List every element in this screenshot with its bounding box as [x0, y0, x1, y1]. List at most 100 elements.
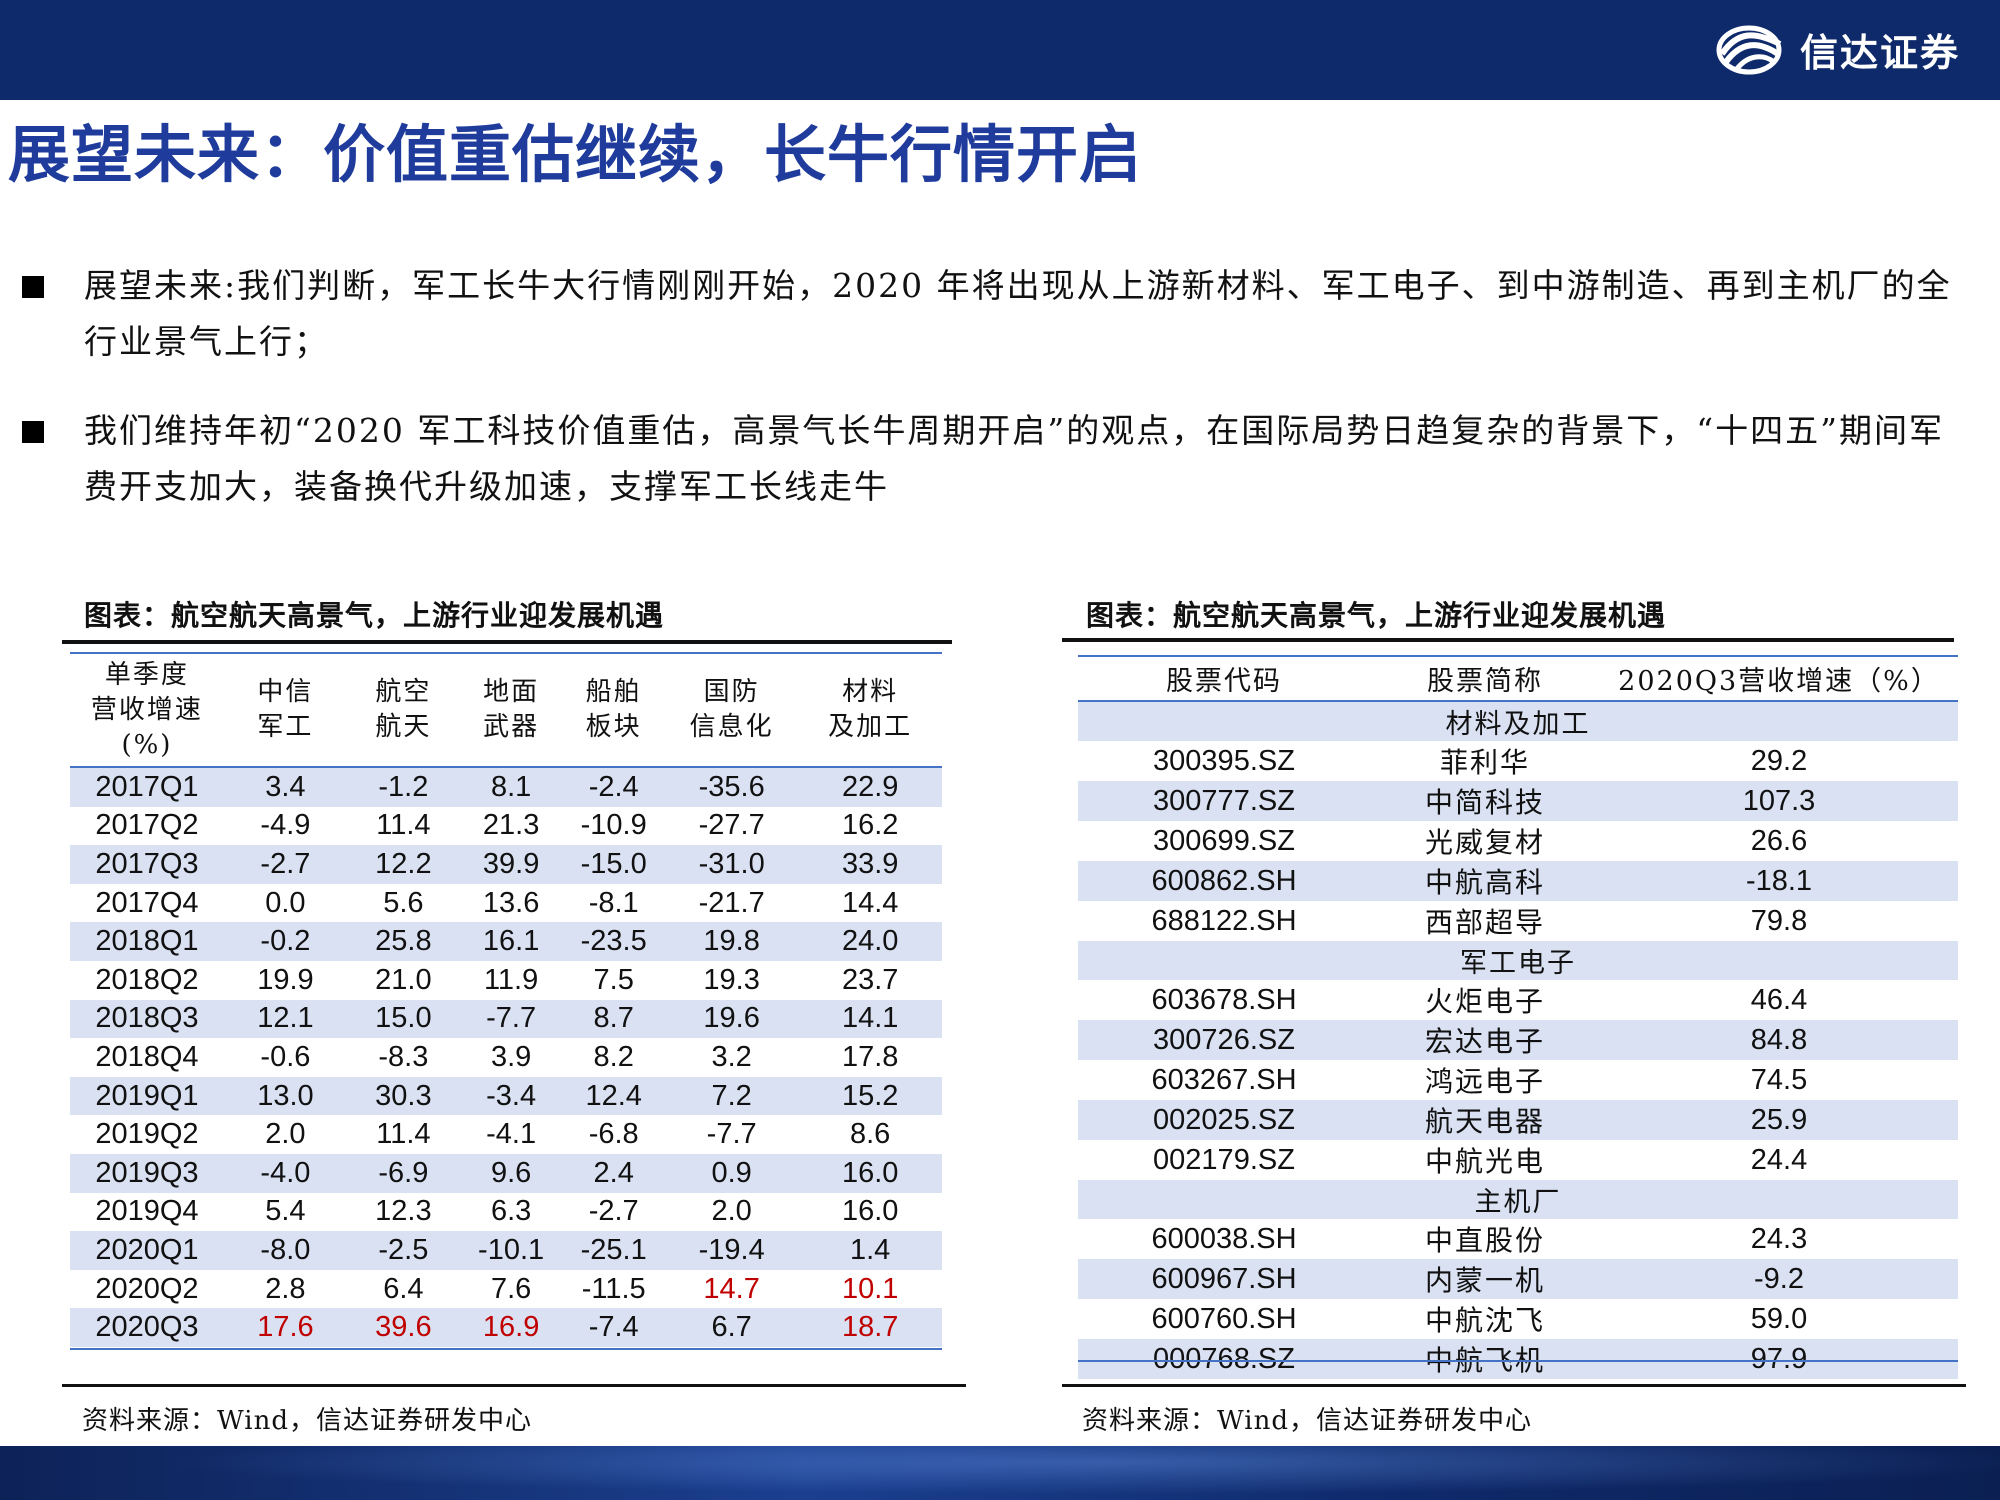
table-cell: 2017Q4	[95, 886, 199, 919]
table-cell: 2020Q3	[70, 1308, 224, 1347]
header-revenue-growth: 2020Q3营收增速（%）	[1618, 665, 1940, 697]
stock-code: 603267.SH	[1151, 1063, 1297, 1096]
table-cell-highlight: 16.9	[459, 1308, 563, 1347]
stock-code: 002025.SZ	[1078, 1100, 1370, 1140]
table-row: 600038.SH 中直股份 24.3	[1078, 1219, 1958, 1259]
header-ground-weapons: 地面 武器	[460, 654, 563, 767]
table-cell: 8.2	[593, 1040, 634, 1073]
table-row: 688122.SH 西部超导 79.8	[1078, 901, 1958, 941]
table-cell: 19.3	[703, 963, 760, 996]
table-cell-highlight: 39.6	[346, 1308, 460, 1347]
growth-value: 74.5	[1750, 1063, 1808, 1096]
stock-code: 600760.SH	[1151, 1302, 1297, 1335]
table-cell-highlight: 18.7	[798, 1308, 942, 1347]
table-cell: 2017Q2	[95, 809, 199, 842]
group-row: 军工电子	[1078, 941, 1958, 980]
growth-value: -9.2	[1600, 1259, 1958, 1299]
stock-name: 火炬电子	[1424, 985, 1545, 1018]
table-row: 002179.SZ 中航光电 24.4	[1078, 1140, 1958, 1180]
table-cell: 3.9	[490, 1040, 532, 1073]
table-cell: -7.4	[562, 1308, 665, 1347]
table-cell: 24.0	[798, 922, 942, 961]
right-table-bottom-line	[1078, 1360, 1958, 1362]
header-line: 板块	[585, 712, 642, 742]
table-cell: 2019Q2	[95, 1118, 199, 1151]
stock-code: 000768.SZ	[1078, 1339, 1370, 1379]
table-cell: 2.0	[265, 1118, 306, 1151]
table-cell: -10.1	[459, 1231, 563, 1270]
stock-name: 内蒙一机	[1370, 1259, 1600, 1299]
table-cell: 2018Q1	[70, 922, 224, 961]
stock-code: 600038.SH	[1151, 1222, 1297, 1255]
header-defense-it: 国防 信息化	[665, 654, 798, 767]
table-cell: -3.4	[459, 1076, 563, 1116]
table-row: 600862.SH 中航高科 -18.1	[1078, 861, 1958, 901]
right-table-source: 资料来源：Wind，信达证券研发中心	[1082, 1406, 1532, 1436]
table-cell: 6.3	[490, 1195, 532, 1228]
table-cell: -4.0	[223, 1153, 347, 1193]
table-cell: 3.2	[711, 1040, 752, 1073]
table-cell: 9.6	[459, 1153, 563, 1193]
table-cell: 12.1	[223, 999, 347, 1039]
header-quarter: 单季度 营收增速 (%)	[70, 654, 224, 767]
brand-logo: 信达证券	[1716, 22, 1960, 77]
header-line: 军工	[257, 712, 314, 742]
stock-name: 中航光电	[1424, 1145, 1545, 1178]
left-table-header-row: 单季度 营收增速 (%) 中信 军工 航空 航天 地面 武器 船舶 板块 国防	[70, 654, 942, 767]
table-cell: 16.2	[841, 809, 899, 842]
left-source-rule	[62, 1384, 966, 1387]
table-cell: 2019Q1	[70, 1076, 224, 1116]
table-cell: -1.2	[346, 767, 460, 807]
table-row: 300777.SZ 中简科技 107.3	[1078, 781, 1958, 821]
table-row: 300699.SZ 光威复材 26.6	[1078, 821, 1958, 861]
table-cell: -10.9	[580, 809, 647, 842]
table-cell: -6.9	[346, 1153, 460, 1193]
table-cell: 30.3	[346, 1076, 460, 1116]
table-cell: 8.1	[459, 767, 563, 807]
table-cell: -2.7	[223, 845, 347, 884]
stock-name: 菲利华	[1439, 746, 1530, 779]
stock-name: 西部超导	[1424, 906, 1545, 939]
table-row: 2018Q2 19.9 21.0 11.9 7.5 19.3 23.7	[70, 961, 942, 1000]
table-row: 300726.SZ 宏达电子 84.8	[1078, 1020, 1958, 1060]
growth-value: 26.6	[1750, 824, 1808, 857]
header-citic-military: 中信 军工	[224, 654, 347, 767]
table-cell: -8.1	[588, 886, 639, 919]
table-row: 600967.SH 内蒙一机 -9.2	[1078, 1259, 1958, 1299]
table-row: 2018Q4 -0.6 -8.3 3.9 8.2 3.2 17.8	[70, 1038, 942, 1077]
table-row: 300395.SZ 菲利华 29.2	[1078, 741, 1958, 781]
table-row: 2019Q1 13.0 30.3 -3.4 12.4 7.2 15.2	[70, 1076, 942, 1116]
table-row: 2019Q3 -4.0 -6.9 9.6 2.4 0.9 16.0	[70, 1153, 942, 1193]
table-row: 000768.SZ 中航飞机 97.9	[1078, 1339, 1958, 1379]
table-cell: 5.4	[265, 1195, 306, 1228]
group-label: 军工电子	[1078, 941, 1958, 980]
table-cell: 3.4	[223, 767, 347, 807]
group-label: 材料及加工	[1078, 701, 1958, 741]
header-materials: 材料 及加工	[798, 654, 942, 767]
right-data-table: 股票代码 股票简称 2020Q3营收增速（%） 材料及加工 300395.SZ 菲…	[1078, 656, 1958, 1379]
growth-value: 97.9	[1600, 1339, 1958, 1379]
header-line: 材料	[842, 677, 899, 707]
growth-value: 59.0	[1750, 1302, 1808, 1335]
table-cell: 2018Q4	[95, 1040, 199, 1073]
table-cell: 11.4	[376, 1118, 431, 1151]
table-row: 2020Q1 -8.0 -2.5 -10.1 -25.1 -19.4 1.4	[70, 1231, 942, 1270]
table-cell: -19.4	[664, 1231, 799, 1270]
bullet-1-text: 展望未来:我们判断，军工长牛大行情刚刚开始，2020 年将出现从上游新材料、军工…	[84, 266, 1952, 361]
stock-name: 中航高科	[1370, 861, 1600, 901]
table-cell: -0.2	[223, 922, 347, 961]
table-cell: 2019Q4	[95, 1195, 199, 1228]
stock-name: 航天电器	[1370, 1100, 1600, 1140]
table-cell: -2.7	[588, 1195, 639, 1228]
table-cell: 7.6	[490, 1272, 532, 1305]
table-cell: 2017Q3	[70, 845, 224, 884]
right-table-caption: 图表：航空航天高景气，上游行业迎发展机遇	[1086, 599, 1667, 632]
table-cell: 13.0	[223, 1076, 347, 1116]
table-cell: -23.5	[562, 922, 665, 961]
stock-name: 鸿远电子	[1424, 1065, 1545, 1098]
growth-value: 46.4	[1750, 983, 1808, 1016]
table-cell: -35.6	[664, 767, 799, 807]
table-cell: 8.6	[850, 1118, 891, 1151]
table-cell: 2.0	[711, 1195, 752, 1228]
stock-code: 600862.SH	[1078, 861, 1370, 901]
